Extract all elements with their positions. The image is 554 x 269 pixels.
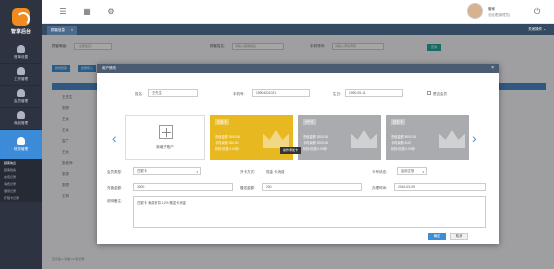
birthday-label: 生日: xyxy=(333,92,341,96)
member-card-diamond[interactable]: 钻石卡 充值金额 8000.00 卡内余额 8.00 折扣/优惠 0.00折 xyxy=(386,115,469,160)
user-icon xyxy=(17,137,25,145)
name-field[interactable]: 王先生 xyxy=(148,89,198,97)
user-role[interactable]: 总经理(管理员) xyxy=(488,12,510,17)
subnav-item[interactable]: 储值记录 xyxy=(0,188,42,195)
chevron-right-icon[interactable]: › xyxy=(472,130,477,146)
open-date-label: 办理时间: xyxy=(372,186,387,190)
chevron-down-icon: ▾ xyxy=(196,170,198,174)
member-checkbox[interactable] xyxy=(427,91,431,95)
confirm-button[interactable]: 确定 xyxy=(428,233,446,240)
tab-strip: 顾客信息 × 关闭操作 ⌄ xyxy=(42,24,554,35)
phone-field[interactable]: 15904021021 xyxy=(252,89,310,97)
cancel-button[interactable]: 取消 xyxy=(450,233,468,240)
card-balance: 卡内余额 2000.00 xyxy=(303,141,329,145)
subnav-item[interactable]: 消费记录 xyxy=(0,181,42,188)
card-balance: 卡内余额 260.00 xyxy=(215,141,239,145)
top-bar: ☰ ▦ ⚙ 管家 总经理(管理员) ⏻ xyxy=(42,0,554,24)
member-type-label: 会员类型: xyxy=(107,170,122,174)
sidebar-item-label: 工作管理 xyxy=(14,77,28,81)
member-type-value: 白银卡 xyxy=(137,169,147,173)
user-icon xyxy=(17,45,25,53)
status-label: 卡号状态: xyxy=(372,170,387,174)
gift-label: 赠送金额: xyxy=(240,186,255,190)
sidebar-subnav: 顾客信息 顾客档案 充值记录 消费记录 储值记录 疗程卡记录 xyxy=(0,160,42,202)
modal-title: 用户修改 xyxy=(97,64,499,73)
crown-icon xyxy=(439,130,465,148)
pay-method-value[interactable]: 现金 卡消费 xyxy=(266,170,284,175)
logo-icon xyxy=(12,7,30,26)
remark-textarea[interactable]: 白银卡 消费折扣 12% 赠送卡消金 xyxy=(133,196,486,228)
hamburger-icon[interactable]: ☰ xyxy=(58,7,68,17)
gift-field[interactable]: 200 xyxy=(262,183,362,191)
card-discount: 折扣/优惠 0.00折 xyxy=(303,147,327,151)
add-card-label: 新增子账户 xyxy=(156,145,174,149)
birthday-field[interactable]: 1990-05-11 xyxy=(345,89,403,97)
subnav-item[interactable]: 顾客信息 xyxy=(0,160,42,167)
sidebar-item-products[interactable]: 商品管理 xyxy=(0,108,42,130)
user-icon xyxy=(17,111,25,119)
subnav-item[interactable]: 充值记录 xyxy=(0,174,42,181)
phone-label: 手机号: xyxy=(233,92,245,96)
recharge-label: 充值金额: xyxy=(107,186,122,190)
logo-text: 智享后台 xyxy=(10,28,31,35)
card-balance: 卡内余额 8.00 xyxy=(391,141,411,145)
user-icon xyxy=(17,67,25,75)
chevron-left-icon[interactable]: ‹ xyxy=(112,130,117,146)
card-recharge: 充值金额 3000.00 xyxy=(215,135,241,139)
card-discount: 折扣/优惠 0.00折 xyxy=(391,147,415,151)
card-recharge: 充值金额 8000.00 xyxy=(391,135,417,139)
sidebar-item-label: 商品管理 xyxy=(14,121,28,125)
sidebar: 智享后台 首单设置 工作管理 会员管理 商品管理 财务管理 顾客信息 顾客档案 … xyxy=(0,0,42,269)
tab-label: 顾客信息 xyxy=(51,28,65,32)
plus-icon xyxy=(159,125,173,139)
user-icon xyxy=(17,89,25,97)
open-date-field[interactable]: 2016-03-09 xyxy=(394,183,486,191)
chevron-down-icon: ▾ xyxy=(422,170,424,174)
grid-icon[interactable]: ▦ xyxy=(82,7,92,17)
card-recharge: 充值金额 2000.00 xyxy=(303,135,329,139)
gear-icon[interactable]: ⚙ xyxy=(106,7,116,17)
subnav-item[interactable]: 疗程卡记录 xyxy=(0,195,42,202)
remark-label: 说明备注: xyxy=(107,199,122,203)
card-discount: 折扣/优惠 1.00折 xyxy=(215,147,239,151)
close-operations-menu[interactable]: 关闭操作 ⌄ xyxy=(528,26,546,33)
card-tooltip: 操作添加卡 xyxy=(280,147,302,154)
tab-customer-info[interactable]: 顾客信息 × xyxy=(47,26,78,35)
crown-icon xyxy=(263,130,289,148)
member-type-select[interactable]: 白银卡 ▾ xyxy=(133,167,201,175)
sidebar-item-first-order[interactable]: 首单设置 xyxy=(0,42,42,64)
sidebar-item-label: 会员管理 xyxy=(14,99,28,103)
app-logo[interactable]: 智享后台 xyxy=(0,0,42,42)
recharge-field[interactable]: 3000 xyxy=(133,183,233,191)
add-sub-account-card[interactable]: 新增子账户 xyxy=(125,115,205,160)
power-icon[interactable]: ⏻ xyxy=(534,7,540,17)
card-name: 钻石卡 xyxy=(391,119,405,125)
card-name: VIP卡 xyxy=(303,119,316,125)
card-name: 白金卡 xyxy=(215,119,229,125)
status-value: 启用正常 xyxy=(401,169,415,173)
close-icon[interactable]: × xyxy=(491,64,494,73)
avatar[interactable] xyxy=(467,3,483,19)
sidebar-item-members[interactable]: 会员管理 xyxy=(0,86,42,108)
subnav-item[interactable]: 顾客档案 xyxy=(0,167,42,174)
close-icon[interactable]: × xyxy=(71,28,73,32)
sidebar-item-label: 首单设置 xyxy=(14,55,28,59)
pay-method-label: 开卡方式: xyxy=(240,170,255,174)
sidebar-item-finance[interactable]: 财务管理 xyxy=(0,130,42,160)
sidebar-item-work[interactable]: 工作管理 xyxy=(0,64,42,86)
member-card-vip[interactable]: VIP卡 充值金额 2000.00 卡内余额 2000.00 折扣/优惠 0.0… xyxy=(298,115,381,160)
name-label: 姓名: xyxy=(135,92,143,96)
status-select[interactable]: 启用正常 ▾ xyxy=(397,167,427,175)
sidebar-item-label: 财务管理 xyxy=(14,147,28,151)
checkbox-label: 是否会员 xyxy=(433,92,447,96)
crown-icon xyxy=(351,130,377,148)
